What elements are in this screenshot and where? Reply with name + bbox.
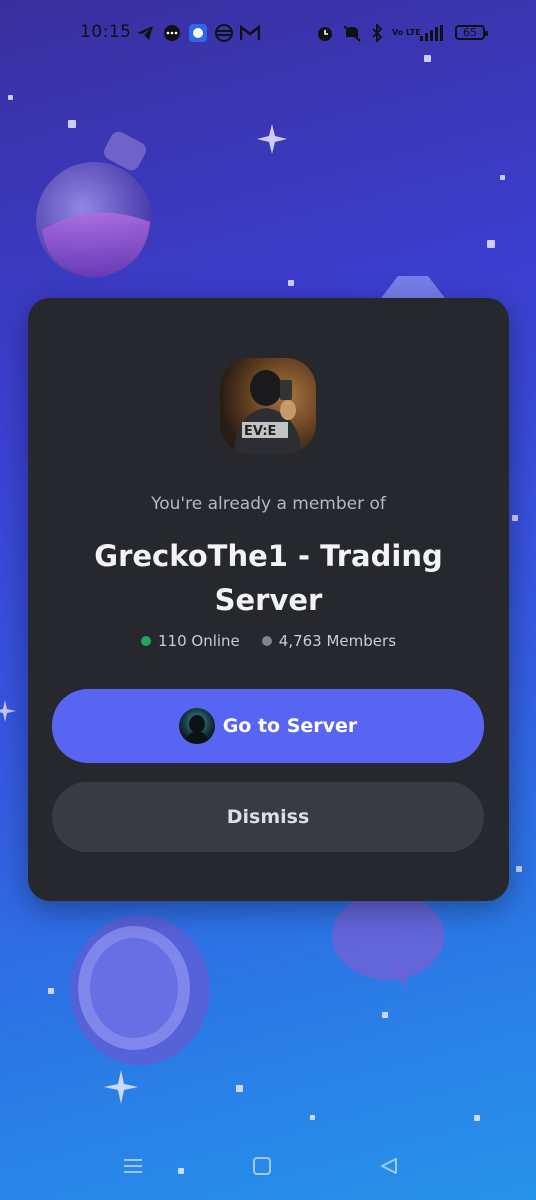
already-member-dialog: EV:E You're already a member of GreckoTh… [28, 298, 509, 901]
chat-bubble-illustration [332, 892, 444, 990]
go-to-server-label: Go to Server [222, 715, 358, 737]
members-dot-icon [261, 636, 272, 646]
potion-flask-illustration [36, 131, 152, 278]
gmail-icon [240, 24, 260, 42]
server-avatar-image: EV:E [234, 370, 302, 454]
status-time: 10:15 [80, 22, 132, 42]
sparkle [236, 1085, 243, 1092]
sparkle [48, 988, 54, 994]
online-count-label: 110 Online [157, 632, 240, 650]
signal-app-icon [188, 24, 208, 42]
server-avatar: EV:E [220, 358, 316, 454]
star-sparkle [0, 700, 16, 722]
telegram-icon [136, 24, 154, 42]
sparkle [8, 95, 13, 100]
coin-illustration [70, 915, 210, 1065]
back-triangle-icon[interactable] [378, 1156, 400, 1181]
sparkle [487, 240, 495, 248]
go-to-server-button[interactable]: Go to Server [52, 689, 484, 763]
sparkle [474, 1115, 480, 1121]
server-name: GreckoThe1 - Trading Server [94, 539, 443, 617]
member-count-label: 4,763 Members [278, 632, 397, 650]
mute-icon [342, 24, 362, 42]
online-dot-icon [140, 636, 151, 646]
sparkle [516, 866, 522, 872]
sparkle [288, 280, 294, 286]
sparkle [382, 1012, 388, 1018]
navigation-bar [0, 1140, 536, 1200]
star-sparkle [257, 124, 287, 154]
home-square-icon[interactable] [252, 1156, 272, 1181]
dismiss-button[interactable]: Dismiss [52, 782, 484, 852]
status-bar: 10:15 Vo LTE 65 [0, 0, 536, 68]
server-icon [178, 708, 215, 744]
sparkle [512, 515, 518, 521]
menu-icon[interactable] [122, 1156, 144, 1181]
online-count: 110 Online [140, 632, 240, 650]
vpn-icon [214, 24, 234, 42]
star-sparkle [104, 1070, 138, 1104]
battery-indicator: 65 [455, 25, 488, 40]
volte-icon: Vo LTE [392, 28, 421, 37]
dismiss-label: Dismiss [226, 806, 310, 828]
sparkle [68, 120, 76, 128]
cellular-signal-icon [418, 24, 448, 42]
already-member-text: You're already a member of [151, 494, 386, 514]
alarm-icon [316, 24, 334, 42]
server-stats: 110 Online 4,763 Members [28, 632, 509, 650]
svg-text:EV:E: EV:E [244, 424, 276, 439]
sparkle [500, 175, 505, 180]
member-count: 4,763 Members [261, 632, 397, 650]
chat-icon [162, 24, 182, 42]
bluetooth-icon [370, 24, 384, 42]
sparkle [310, 1115, 315, 1120]
